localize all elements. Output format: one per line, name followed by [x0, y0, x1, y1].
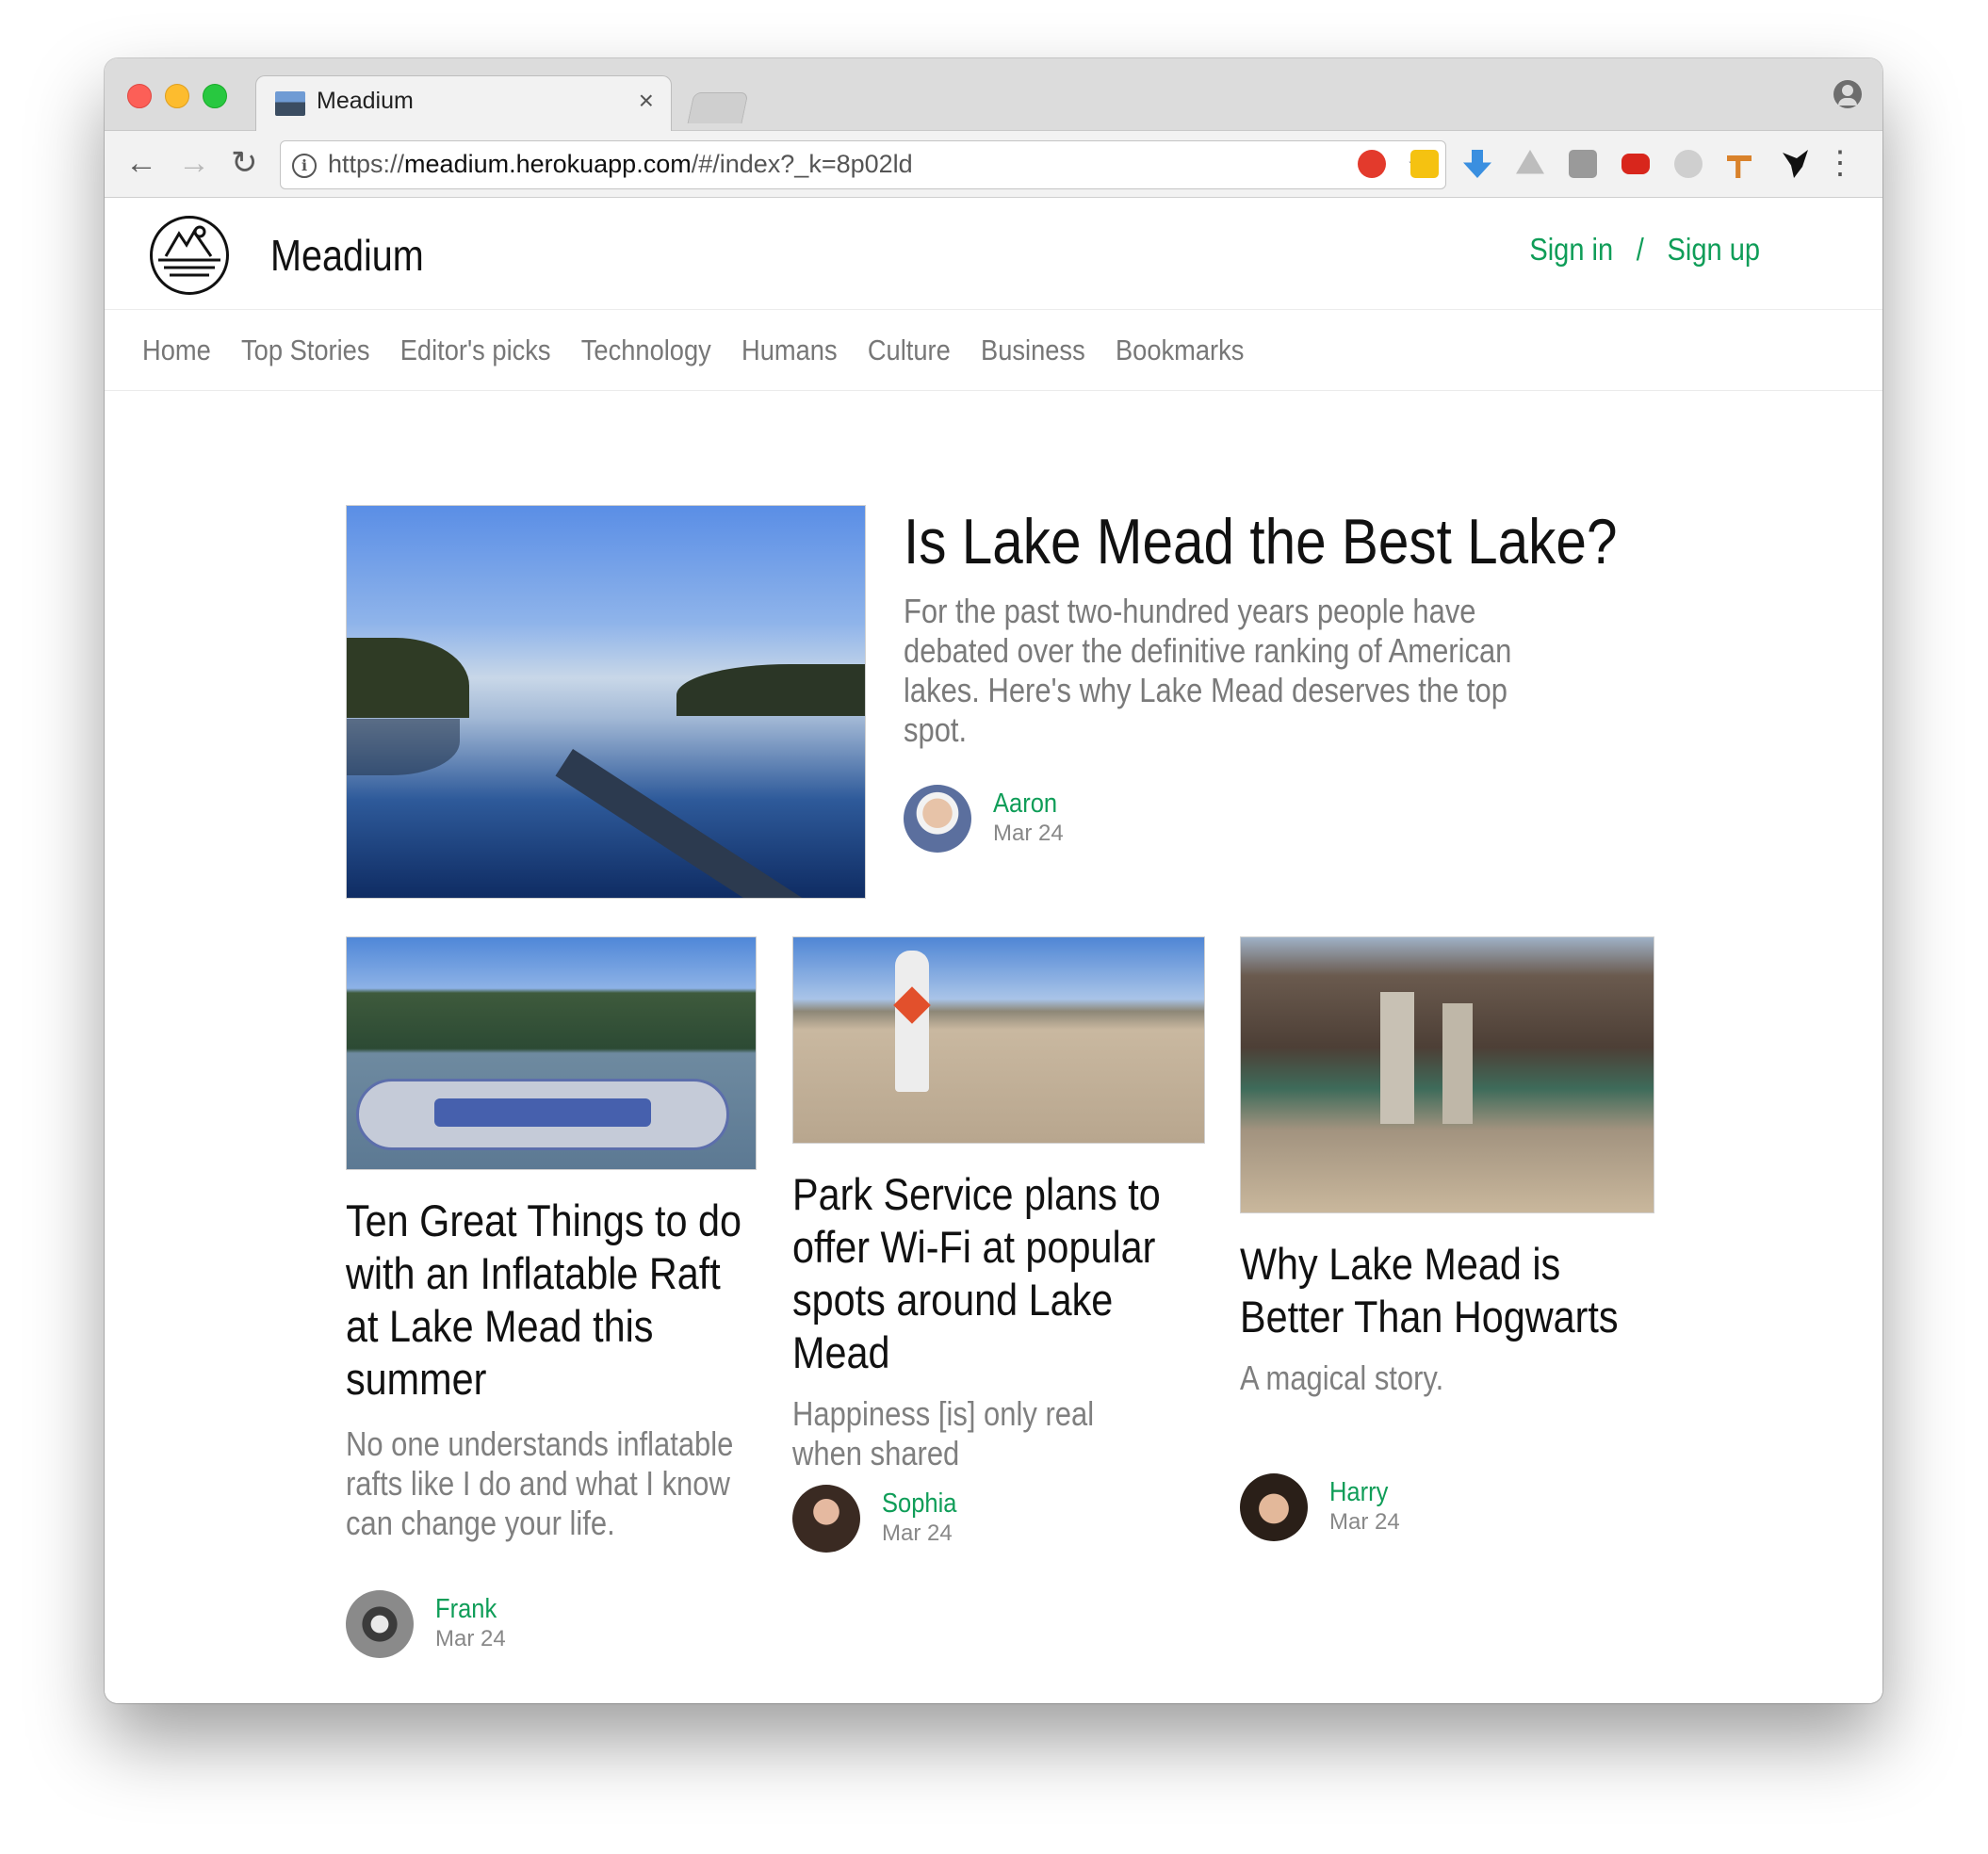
- author-name[interactable]: Sophia: [882, 1488, 956, 1520]
- youtube-icon[interactable]: [1621, 154, 1650, 174]
- info-icon[interactable]: i: [292, 154, 317, 178]
- site-header: Meadium Sign in / Sign up: [105, 198, 1882, 310]
- adblock-icon[interactable]: [1358, 150, 1386, 178]
- card-image-raft[interactable]: [346, 936, 757, 1170]
- address-bar[interactable]: i https://meadium.herokuapp.com/#/index?…: [280, 140, 1446, 189]
- featured-article-image[interactable]: [346, 505, 866, 899]
- sign-in-link[interactable]: Sign in: [1529, 232, 1613, 268]
- browser-tab[interactable]: Meadium ×: [255, 75, 672, 132]
- img-hoover-tower1: [1380, 992, 1414, 1124]
- card-title[interactable]: Ten Great Things to do with an Inflatabl…: [346, 1195, 752, 1406]
- page-content: Meadium Sign in / Sign up Home Top Stories…: [105, 198, 1882, 1703]
- browser-window: Meadium × ← → ↻ i https://meadium.heroku…: [105, 58, 1882, 1703]
- minimize-window-button[interactable]: [165, 84, 189, 108]
- featured-article-excerpt: For the past two-hundred years people ha…: [904, 592, 1512, 749]
- featured-article-title[interactable]: Is Lake Mead the Best Lake?: [904, 505, 1617, 578]
- forward-button[interactable]: →: [178, 144, 210, 182]
- nav-item-editors-picks[interactable]: Editor's picks: [400, 313, 551, 388]
- img-lake-tree-l: [347, 638, 469, 718]
- auth-links: Sign in / Sign up: [1529, 232, 1760, 268]
- nav-divider: [105, 390, 1882, 391]
- img-lake-dock: [555, 749, 834, 898]
- img-raft-raft: [356, 1079, 729, 1150]
- tab-title: Meadium: [317, 88, 414, 114]
- post-date: Mar 24: [882, 1521, 953, 1546]
- url-host: meadium.herokuapp.com: [404, 150, 692, 178]
- mountain-logo-icon[interactable]: [150, 216, 229, 295]
- avatar[interactable]: [346, 1590, 414, 1658]
- browser-menu-icon[interactable]: ⋮: [1824, 144, 1856, 182]
- url-text[interactable]: https://meadium.herokuapp.com/#/index?_k…: [328, 150, 913, 179]
- author-name[interactable]: Frank: [435, 1594, 497, 1625]
- card-title[interactable]: Park Service plans to offer Wi-Fi at pop…: [792, 1168, 1182, 1379]
- post-date: Mar 24: [435, 1626, 506, 1651]
- drive-icon[interactable]: [1516, 150, 1544, 174]
- img-lake-tree-r: [676, 664, 865, 716]
- img-lake-refl-l: [347, 719, 460, 775]
- card-image-desert[interactable]: [792, 936, 1205, 1144]
- avatar[interactable]: [792, 1485, 860, 1553]
- post-date: Mar 24: [993, 821, 1064, 846]
- author-name[interactable]: Harry: [1329, 1477, 1388, 1508]
- new-tab-button[interactable]: [687, 92, 749, 123]
- avatar[interactable]: [904, 785, 971, 853]
- card-image-hoover-dam[interactable]: [1240, 936, 1654, 1213]
- browser-toolbar: ← → ↻ i https://meadium.herokuapp.com/#/…: [105, 131, 1882, 198]
- author-name[interactable]: Aaron: [993, 789, 1057, 820]
- sign-up-link[interactable]: Sign up: [1667, 232, 1760, 268]
- maximize-window-button[interactable]: [203, 84, 227, 108]
- auth-separator: /: [1636, 232, 1644, 267]
- nav-item-home[interactable]: Home: [142, 313, 211, 388]
- img-hoover-tower2: [1442, 1003, 1473, 1124]
- site-brand[interactable]: Meadium: [270, 230, 424, 281]
- nav-item-business[interactable]: Business: [981, 313, 1085, 388]
- clipper-icon[interactable]: [1410, 150, 1439, 178]
- close-window-button[interactable]: [127, 84, 152, 108]
- nav-item-technology[interactable]: Technology: [581, 313, 711, 388]
- card-title[interactable]: Why Lake Mead is Better Than Hogwarts: [1240, 1238, 1638, 1343]
- profile-icon[interactable]: [1833, 80, 1862, 108]
- img-desert-buoy: [895, 951, 929, 1092]
- card-excerpt: No one understands inflatable rafts like…: [346, 1424, 734, 1542]
- url-path: /#/index?_k=8p02ld: [691, 150, 913, 178]
- nav-item-bookmarks[interactable]: Bookmarks: [1116, 313, 1244, 388]
- url-scheme: https://: [328, 150, 405, 178]
- card-excerpt: Happiness [is] only real when shared: [792, 1394, 1095, 1472]
- reload-button[interactable]: ↻: [231, 144, 258, 182]
- nav-item-top-stories[interactable]: Top Stories: [241, 313, 369, 388]
- medium-icon[interactable]: [1569, 150, 1597, 178]
- download-icon[interactable]: [1463, 150, 1491, 178]
- nav-item-humans[interactable]: Humans: [741, 313, 838, 388]
- favicon-icon: [275, 91, 305, 116]
- close-tab-icon[interactable]: ×: [639, 86, 654, 116]
- bird-icon[interactable]: [1783, 150, 1808, 178]
- back-button[interactable]: ←: [125, 144, 157, 182]
- card-excerpt: A magical story.: [1240, 1358, 1444, 1397]
- category-nav: Home Top Stories Editor's picks Technolo…: [142, 313, 1267, 388]
- react-icon[interactable]: [1674, 150, 1703, 178]
- post-date: Mar 24: [1329, 1509, 1400, 1535]
- avatar[interactable]: [1240, 1473, 1308, 1541]
- title-bar: Meadium ×: [105, 58, 1882, 132]
- nav-item-culture[interactable]: Culture: [868, 313, 951, 388]
- ruler-icon[interactable]: [1727, 155, 1752, 178]
